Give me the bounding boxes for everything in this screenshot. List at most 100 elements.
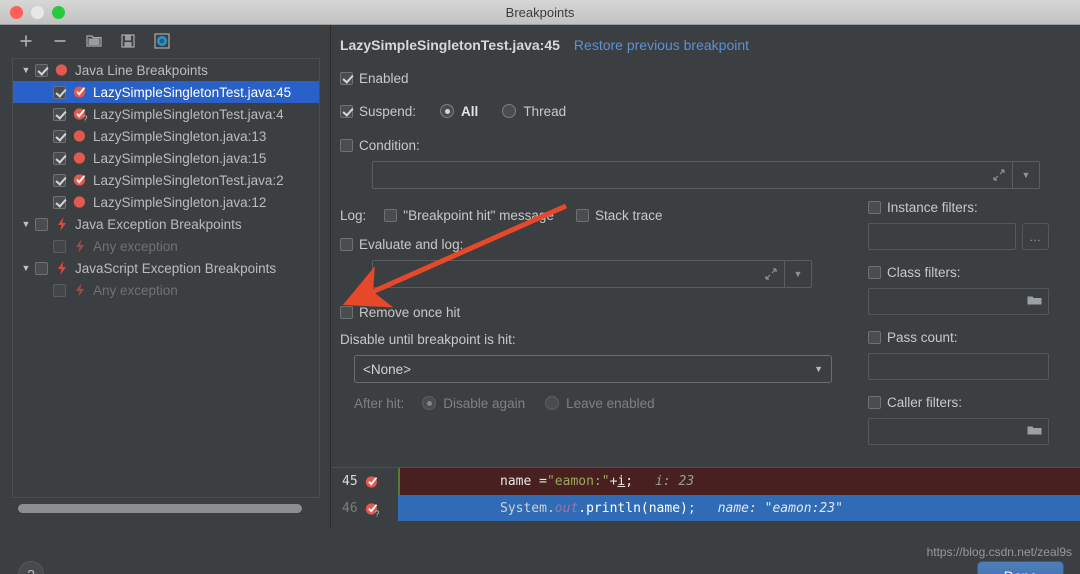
- minimize-window-button[interactable]: [31, 6, 44, 19]
- tree-horizontal-scrollbar[interactable]: [18, 504, 310, 513]
- tree-row-checkbox[interactable]: [35, 261, 48, 275]
- tree-expander-icon[interactable]: ▼: [17, 65, 35, 75]
- svg-text:?: ?: [375, 509, 380, 517]
- disable-until-label: Disable until breakpoint is hit:: [340, 331, 516, 347]
- after-hit-disable-again-radio[interactable]: [422, 396, 437, 410]
- suspend-row[interactable]: Suspend: All Thread: [340, 98, 880, 124]
- tree-row-checkbox[interactable]: [35, 63, 48, 77]
- add-breakpoint-button[interactable]: [14, 29, 38, 53]
- restore-previous-breakpoint-link[interactable]: Restore previous breakpoint: [574, 37, 749, 53]
- code-line-text: System. out .println(name); name: "eamon:23…: [398, 495, 1080, 521]
- tree-row[interactable]: ▼?LazySimpleSingletonTest.java:4: [13, 103, 319, 125]
- done-button[interactable]: Done: [977, 561, 1064, 574]
- zoom-window-button[interactable]: [52, 6, 65, 19]
- instance-filters-browse-button[interactable]: …: [1022, 223, 1049, 250]
- breakpoint-dot-icon: [72, 150, 93, 166]
- tree-row[interactable]: ▼LazySimpleSingletonTest.java:45: [13, 81, 319, 103]
- tree-row-checkbox[interactable]: [53, 195, 66, 209]
- close-window-button[interactable]: [10, 6, 23, 19]
- disk-icon[interactable]: [116, 29, 140, 53]
- tree-row-checkbox[interactable]: [53, 129, 66, 143]
- breakpoint-verified-icon[interactable]: [364, 474, 385, 490]
- inline-value-hint: name: "eamon:23": [717, 501, 843, 516]
- exception-bolt-dim-icon: [72, 282, 93, 298]
- tree-row[interactable]: ▼LazySimpleSingleton.java:15: [13, 147, 319, 169]
- disable-until-dropdown[interactable]: <None> ▼: [354, 355, 832, 383]
- pass-count-checkbox[interactable]: [868, 330, 881, 344]
- tree-row[interactable]: ▼ JavaScript Exception Breakpoints: [13, 257, 319, 279]
- code-gutter[interactable]: 45: [332, 468, 398, 495]
- tree-row[interactable]: ▼ Java Exception Breakpoints: [13, 213, 319, 235]
- tree-row[interactable]: ▼ Java Line Breakpoints: [13, 59, 319, 81]
- evaluate-and-log-row[interactable]: Evaluate and log:: [340, 231, 880, 257]
- log-breakpoint-hit-checkbox[interactable]: [384, 208, 398, 222]
- tree-row[interactable]: ▼LazySimpleSingleton.java:13: [13, 125, 319, 147]
- mute-breakpoints-icon[interactable]: [150, 29, 174, 53]
- breakpoint-question-icon[interactable]: ?: [364, 501, 385, 517]
- tree-row[interactable]: ▼LazySimpleSingleton.java:12: [13, 191, 319, 213]
- tree-row-checkbox[interactable]: [53, 107, 66, 121]
- folder-icon[interactable]: [82, 29, 106, 53]
- tree-row-checkbox[interactable]: [53, 173, 66, 187]
- evaluate-and-log-input[interactable]: ▼: [372, 260, 812, 288]
- tree-row-checkbox[interactable]: [53, 85, 66, 99]
- enabled-checkbox[interactable]: [340, 71, 353, 85]
- code-line-text: name = "eamon:" + i; i: 23: [398, 468, 1080, 495]
- condition-history-dropdown[interactable]: ▼: [1013, 162, 1039, 188]
- breakpoint-dot-icon: [54, 62, 75, 78]
- class-filters-row[interactable]: Class filters:: [868, 260, 1073, 284]
- tree-row-label: Java Exception Breakpoints: [75, 216, 242, 232]
- expand-editor-icon-2[interactable]: [758, 261, 784, 287]
- tree-row[interactable]: ▼Any exception: [13, 279, 319, 301]
- suspend-all-radio[interactable]: [440, 104, 455, 118]
- caller-filters-row[interactable]: Caller filters:: [868, 390, 1073, 414]
- breakpoints-dialog: Breakpoints ▼ Java Line Breakpoints Lazy…: [0, 0, 1080, 574]
- code-token: name =: [500, 474, 547, 489]
- remove-breakpoint-button[interactable]: [48, 29, 72, 53]
- class-filters-checkbox[interactable]: [868, 265, 881, 279]
- help-button[interactable]: ?: [18, 561, 44, 574]
- condition-input[interactable]: ▼: [372, 161, 1040, 189]
- suspend-checkbox[interactable]: [340, 104, 353, 118]
- tree-row[interactable]: ▼Any exception: [13, 235, 319, 257]
- expand-editor-icon[interactable]: [986, 162, 1012, 188]
- tree-row-checkbox[interactable]: [35, 217, 48, 231]
- tree-row[interactable]: ▼LazySimpleSingletonTest.java:2: [13, 169, 319, 191]
- caller-filters-folder-icon[interactable]: [1027, 423, 1042, 441]
- code-gutter[interactable]: 46?: [332, 495, 398, 521]
- tree-row-checkbox[interactable]: [53, 239, 66, 253]
- suspend-thread-radio[interactable]: [502, 104, 517, 118]
- tree-expander-icon[interactable]: ▼: [17, 219, 35, 229]
- code-token: out: [554, 501, 579, 516]
- breakpoint-verified-icon: [72, 84, 93, 100]
- pass-count-input[interactable]: [868, 353, 1049, 380]
- caller-filters-input[interactable]: [868, 418, 1049, 445]
- breakpoint-verified-icon: [72, 172, 93, 188]
- remove-once-hit-checkbox[interactable]: [340, 305, 353, 319]
- enabled-row[interactable]: Enabled: [340, 65, 880, 91]
- evaluate-history-dropdown[interactable]: ▼: [785, 261, 811, 287]
- scrollbar-thumb[interactable]: [18, 504, 302, 513]
- evaluate-and-log-checkbox[interactable]: [340, 237, 353, 251]
- instance-filters-checkbox[interactable]: [868, 200, 881, 214]
- disable-until-selected-value: <None>: [363, 361, 412, 377]
- tree-expander-icon[interactable]: ▼: [17, 263, 35, 273]
- class-filters-input[interactable]: [868, 288, 1049, 315]
- class-filters-folder-icon[interactable]: [1027, 293, 1042, 311]
- caller-filters-checkbox[interactable]: [868, 395, 881, 409]
- caller-filters-label: Caller filters:: [887, 394, 963, 410]
- condition-checkbox[interactable]: [340, 138, 353, 152]
- breakpoints-tree[interactable]: ▼Java Line Breakpoints▼LazySimpleSinglet…: [12, 58, 320, 498]
- remove-once-hit-row[interactable]: Remove once hit: [340, 299, 880, 325]
- condition-row[interactable]: Condition:: [340, 132, 880, 158]
- exception-bolt-dim-icon: [72, 238, 93, 254]
- log-stack-trace-label: Stack trace: [594, 207, 663, 223]
- tree-row-checkbox[interactable]: [53, 151, 66, 165]
- after-hit-leave-enabled-radio[interactable]: [545, 396, 560, 410]
- log-stack-trace-checkbox[interactable]: [575, 208, 589, 222]
- instance-filters-row[interactable]: Instance filters:: [868, 195, 1073, 219]
- after-hit-row: After hit: Disable again Leave enabled: [354, 390, 880, 416]
- pass-count-row[interactable]: Pass count:: [868, 325, 1073, 349]
- tree-row-checkbox[interactable]: [53, 283, 66, 297]
- instance-filters-input[interactable]: [868, 223, 1016, 250]
